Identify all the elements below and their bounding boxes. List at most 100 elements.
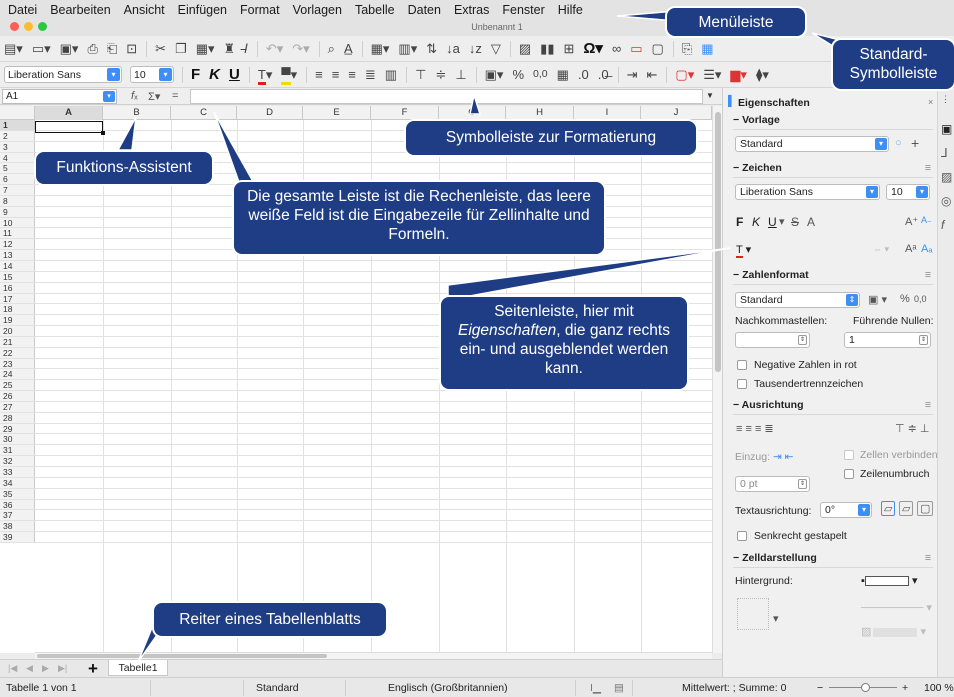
leading-zeros-spinner[interactable]: 1 ⇕ [844, 332, 931, 348]
row-header[interactable]: 23 [0, 358, 35, 368]
row-header[interactable]: 13 [0, 250, 35, 260]
shrink-font-button[interactable]: A₋ [921, 215, 932, 226]
superscript-button[interactable]: Aᵃ [905, 243, 916, 255]
cut-icon[interactable]: ✂ [155, 42, 166, 55]
zoom-out-icon[interactable]: − [817, 682, 823, 694]
row-header[interactable]: 37 [0, 510, 35, 520]
row-header[interactable]: 12 [0, 239, 35, 249]
column-header-d[interactable]: D [237, 106, 303, 120]
row-header[interactable]: 3 [0, 141, 35, 152]
decimals-spinner[interactable]: ⇕ [735, 332, 810, 348]
sidebar-underline-button[interactable]: U [768, 215, 777, 229]
number-format-combo[interactable]: Standard ⇕ [735, 292, 860, 308]
next-sheet-icon[interactable]: ▶ [42, 663, 49, 674]
open-folder-icon[interactable]: ▭▾ [32, 42, 51, 55]
navigator-deck-icon[interactable]: ◎ [941, 194, 951, 208]
expand-formula-icon[interactable]: ▼ [706, 91, 714, 100]
chevron-down-icon[interactable]: ▾ [916, 186, 928, 198]
cell-style-combo[interactable]: Standard ▾ [735, 136, 889, 152]
indent-spinner[interactable]: 0 pt ⇕ [735, 476, 810, 492]
zoom-in-icon[interactable]: + [902, 682, 908, 694]
autofilter-icon[interactable]: ▽ [491, 42, 501, 55]
clear-format-icon[interactable]: 𝐼̶ [244, 42, 248, 55]
row-header[interactable]: 22 [0, 347, 35, 358]
menu-item-datei[interactable]: Datei [8, 3, 37, 17]
chevron-down-icon[interactable]: ▾ [107, 68, 120, 81]
properties-deck-icon[interactable]: ▣ [941, 122, 952, 136]
scroll-thumb[interactable] [37, 654, 327, 658]
row-header[interactable]: 24 [0, 369, 35, 379]
percent-format-button[interactable]: % [512, 68, 524, 81]
insert-mode-icon[interactable]: I▁ [590, 682, 601, 694]
chevron-down-icon[interactable]: ▾ [875, 138, 887, 150]
row-header[interactable]: 11 [0, 228, 35, 238]
subscript-button[interactable]: Aₐ [921, 243, 932, 255]
chevron-down-icon[interactable]: ▾ [866, 186, 878, 198]
menu-icon[interactable]: ≡ [925, 162, 931, 174]
prev-sheet-icon[interactable]: ◀ [26, 663, 33, 674]
menu-item-extras[interactable]: Extras [454, 3, 489, 17]
row-header[interactable]: 33 [0, 467, 35, 477]
row-header[interactable]: 28 [0, 412, 35, 423]
add-decimal-icon[interactable]: .0 [578, 68, 589, 81]
wrap-text-icon[interactable]: ≣ [365, 68, 376, 81]
table-row[interactable]: 36 [0, 499, 712, 511]
menu-item-format[interactable]: Format [240, 3, 280, 17]
row-icon[interactable]: ▦▾ [371, 42, 390, 55]
table-row[interactable]: 39 [0, 532, 712, 543]
menu-item-ansicht[interactable]: Ansicht [124, 3, 165, 17]
column-header-i[interactable]: I [574, 106, 641, 120]
headers-footers-icon[interactable]: ▢ [652, 42, 664, 55]
insert-image-icon[interactable]: ▨ [519, 42, 531, 55]
zoom-knob[interactable] [861, 683, 870, 692]
table-row[interactable]: 26 [0, 391, 712, 402]
cell-border-preview-icon[interactable] [737, 598, 769, 630]
font-name-combo[interactable]: Liberation Sans ▾ [4, 66, 122, 83]
rotate-none-icon[interactable]: ▢ [917, 501, 934, 516]
row-header[interactable]: 21 [0, 336, 35, 347]
table-row[interactable]: 29 [0, 423, 712, 435]
row-header[interactable]: 30 [0, 434, 35, 444]
zoom-window-button[interactable] [38, 22, 47, 31]
scroll-thumb[interactable] [715, 112, 721, 372]
border-dropdown-icon[interactable]: ▾ [773, 612, 779, 625]
section-zahlenformat[interactable]: − Zahlenformat ≡ [733, 269, 933, 285]
spin-arrows-icon[interactable]: ⇕ [919, 335, 928, 345]
input-line[interactable] [190, 89, 703, 104]
currency-icon[interactable]: ▣ ▾ [868, 293, 887, 306]
sheet-tab-tabelle1[interactable]: Tabelle1 [108, 660, 168, 676]
row-header[interactable]: 2 [0, 130, 35, 141]
freeze-rows-icon[interactable]: ▦ [701, 42, 713, 55]
redo-icon[interactable]: ↷▾ [292, 42, 309, 55]
row-header[interactable]: 36 [0, 499, 35, 509]
name-box[interactable]: A1 ▾ [2, 89, 117, 104]
row-header[interactable]: 32 [0, 456, 35, 466]
horizontal-scrollbar[interactable] [35, 652, 712, 659]
row-header[interactable]: 19 [0, 315, 35, 325]
font-color-icon[interactable]: T▾ [257, 67, 272, 85]
row-header[interactable]: 39 [0, 532, 35, 542]
stacked-vertical-checkbox[interactable] [737, 531, 747, 541]
copy-icon[interactable]: ❐ [175, 42, 187, 55]
pivot-table-icon[interactable]: ⊞ [563, 42, 574, 55]
table-row[interactable]: 34 [0, 477, 712, 489]
add-sheet-icon[interactable]: + [88, 659, 98, 679]
conditional-format-icon[interactable]: ⧫▾ [756, 68, 769, 81]
spelling-icon[interactable]: A̲ [344, 42, 353, 55]
select-all-corner[interactable] [0, 106, 35, 120]
shadow-button[interactable]: A [807, 215, 815, 229]
menu-item-bearbeiten[interactable]: Bearbeiten [50, 3, 110, 17]
indent-icons[interactable]: ⇥ ⇤ [773, 451, 794, 463]
grow-font-button[interactable]: A⁺ [905, 215, 918, 228]
merge-center-icon[interactable]: ▥ [385, 68, 397, 81]
column-header-b[interactable]: B [103, 106, 171, 120]
table-row[interactable]: 35 [0, 488, 712, 500]
align-top-icon[interactable]: ⊤ [415, 68, 426, 81]
line-style-icon[interactable]: ──────── ▾ [861, 601, 932, 614]
borders-icon[interactable]: ▢▾ [675, 68, 694, 81]
chevron-down-icon[interactable]: ⇕ [846, 294, 858, 306]
table-row[interactable]: 27 [0, 401, 712, 413]
print-icon[interactable]: ⎗ [107, 42, 117, 55]
find-replace-icon[interactable]: ⌕ [328, 42, 335, 55]
hyperlink-icon[interactable]: ∞ [612, 42, 621, 55]
